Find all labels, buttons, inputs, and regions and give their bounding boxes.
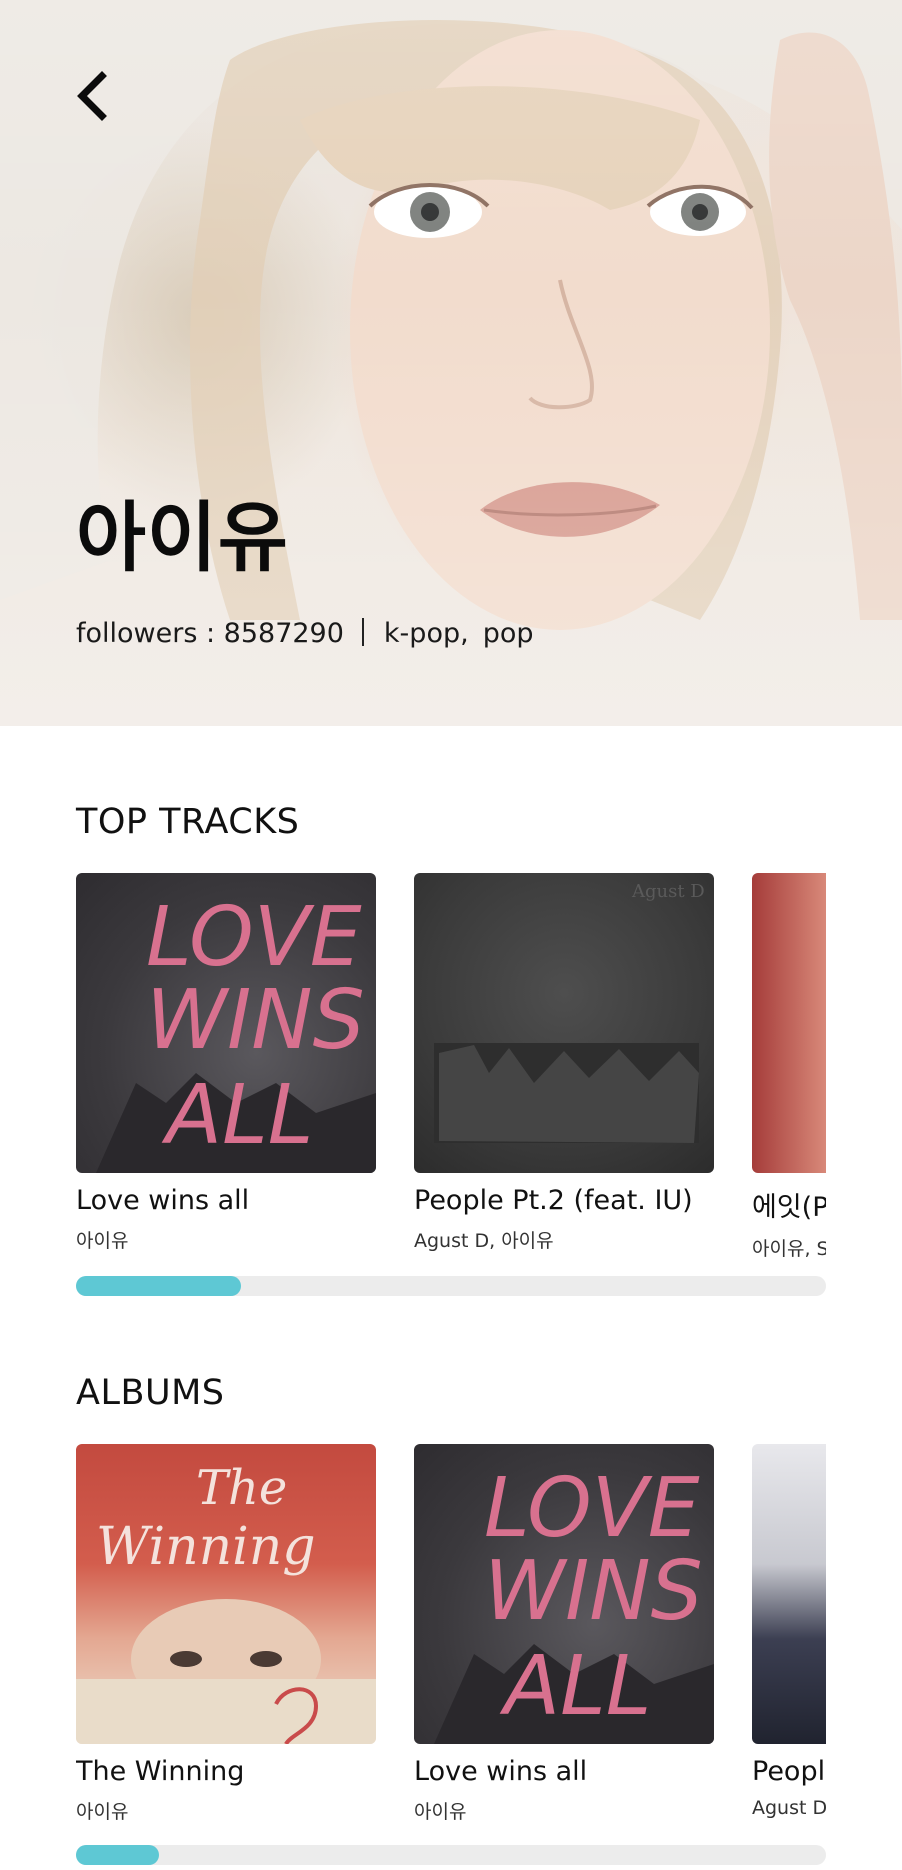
album-artist: 아이유	[76, 1801, 129, 1823]
album-artist: Agust D	[752, 1797, 826, 1819]
album-title: The Winning	[76, 1756, 245, 1787]
track-card[interactable]: 에잇(P 아이유, S	[752, 873, 826, 1261]
track-card[interactable]: Agust D People Pt.2 (feat. IU) Agust D, …	[414, 873, 714, 1253]
cover-text: WINS	[146, 973, 365, 1068]
artist-name: 아이유	[76, 493, 289, 582]
track-title: People Pt.2 (feat. IU)	[414, 1185, 693, 1216]
meta-divider	[361, 618, 364, 646]
top-tracks-scrollbar[interactable]	[76, 1276, 826, 1296]
artist-meta: followers : 8587290 k-pop, pop	[76, 618, 547, 649]
track-artist: 아이유	[76, 1230, 129, 1252]
album-card[interactable]: Peopl Agust D	[752, 1444, 826, 1819]
cover-text: Agust D	[631, 881, 705, 902]
track-artist: Agust D, 아이유	[414, 1230, 554, 1252]
cover-text: ALL	[499, 1639, 651, 1734]
track-title: 에잇(P	[752, 1192, 826, 1223]
genre-tag: k-pop,	[383, 618, 469, 649]
track-card[interactable]: LOVE WINS ALL Love wins all 아이유	[76, 873, 376, 1253]
cover-text: LOVE	[484, 1461, 700, 1556]
album-card[interactable]: LOVE WINS ALL Love wins all 아이유	[414, 1444, 714, 1824]
artist-hero: 아이유 followers : 8587290 k-pop, pop	[0, 0, 902, 726]
album-card[interactable]: The Winning The Winning 아이유	[76, 1444, 376, 1824]
track-cover	[752, 873, 826, 1173]
scrollbar-thumb[interactable]	[76, 1276, 241, 1296]
album-artist: 아이유	[414, 1801, 467, 1823]
scrollbar-thumb[interactable]	[76, 1845, 159, 1865]
album-title: Love wins all	[414, 1756, 588, 1787]
followers-count: followers : 8587290	[76, 618, 344, 649]
chevron-left-icon	[77, 71, 107, 121]
albums-scrollbar[interactable]	[76, 1845, 826, 1865]
back-button[interactable]	[66, 66, 114, 126]
album-cover: The Winning	[76, 1444, 376, 1744]
album-title: Peopl	[752, 1756, 826, 1787]
cover-text: ALL	[161, 1068, 313, 1163]
cover-text: WINS	[484, 1544, 703, 1639]
album-cover	[752, 1444, 826, 1744]
cover-text: LOVE	[146, 890, 362, 985]
section-title: ALBUMS	[76, 1373, 225, 1413]
track-cover: LOVE WINS ALL	[76, 873, 376, 1173]
top-tracks-carousel[interactable]: LOVE WINS ALL Love wins all 아이유 Agust D …	[76, 873, 826, 1273]
cover-text: The	[196, 1460, 287, 1516]
top-tracks-section: TOP TRACKS LOVE WINS ALL Love wins all 아…	[76, 802, 826, 1302]
album-cover: LOVE WINS ALL	[414, 1444, 714, 1744]
albums-section: ALBUMS The Winning The Winning 아이유 LOVE …	[76, 1373, 826, 1870]
track-artist: 아이유, S	[752, 1238, 826, 1260]
genre-tag: pop	[482, 618, 534, 649]
track-cover: Agust D	[414, 873, 714, 1173]
cover-text: Winning	[96, 1517, 316, 1577]
albums-carousel[interactable]: The Winning The Winning 아이유 LOVE WINS AL	[76, 1444, 826, 1844]
section-title: TOP TRACKS	[76, 802, 300, 842]
track-title: Love wins all	[76, 1185, 250, 1216]
